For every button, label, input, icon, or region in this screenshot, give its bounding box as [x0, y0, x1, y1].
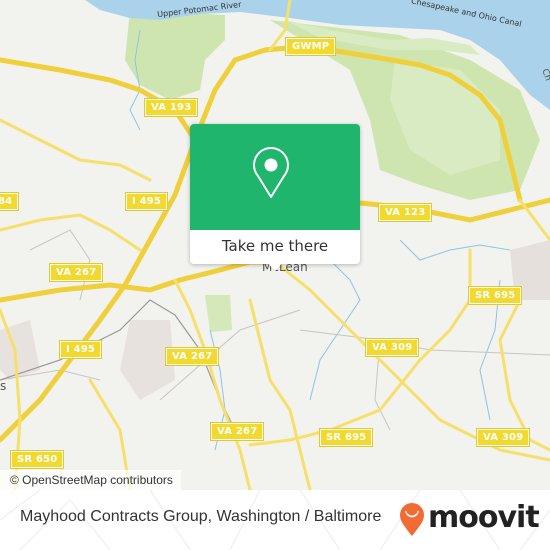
map-pin-icon	[253, 147, 289, 198]
park-area	[205, 295, 232, 332]
shield-84: 84	[0, 193, 19, 210]
road-local	[0, 118, 152, 182]
shield-va267-mid: VA 267	[166, 348, 219, 365]
shield-sr695-low: SR 695	[320, 429, 373, 446]
road-va267	[0, 259, 278, 303]
road-local	[248, 298, 312, 490]
location-popup: Take me there	[190, 124, 360, 271]
shield-va267-low: VA 267	[211, 423, 264, 440]
park-area	[125, 10, 225, 100]
moovit-pin-logo-icon	[400, 503, 424, 536]
road-local	[0, 213, 142, 252]
footer-title: Mayhood Contracts Group, Washington / Ba…	[20, 508, 382, 525]
shield-va309-right: VA 309	[477, 429, 530, 446]
popup-pointer	[266, 261, 284, 271]
shield-va267-left: VA 267	[50, 264, 103, 281]
take-me-there-button[interactable]: Take me there	[190, 230, 360, 264]
popup-header	[190, 124, 360, 230]
stream	[309, 259, 361, 401]
footer-bar: Mayhood Contracts Group, Washington / Ba…	[0, 490, 550, 550]
shield-va193: VA 193	[145, 99, 198, 116]
map[interactable]: Upper Potomac River Chesapeake and Ohio …	[0, 0, 550, 490]
place-label-s: s	[0, 379, 7, 393]
shield-sr695-right: SR 695	[469, 287, 522, 304]
road-local	[498, 298, 550, 452]
stream	[399, 239, 511, 261]
shield-i495-top: I 495	[126, 193, 168, 210]
shield-sr650: SR 650	[11, 451, 64, 468]
moovit-wordmark: moovit	[428, 500, 540, 535]
shield-va309-mid: VA 309	[366, 339, 419, 356]
shield-i495-bottom: I 495	[60, 341, 102, 358]
shield-va123: VA 123	[379, 204, 432, 221]
shield-gwmp: GWMP	[286, 38, 336, 55]
map-attribution[interactable]: © OpenStreetMap contributors	[0, 470, 181, 490]
